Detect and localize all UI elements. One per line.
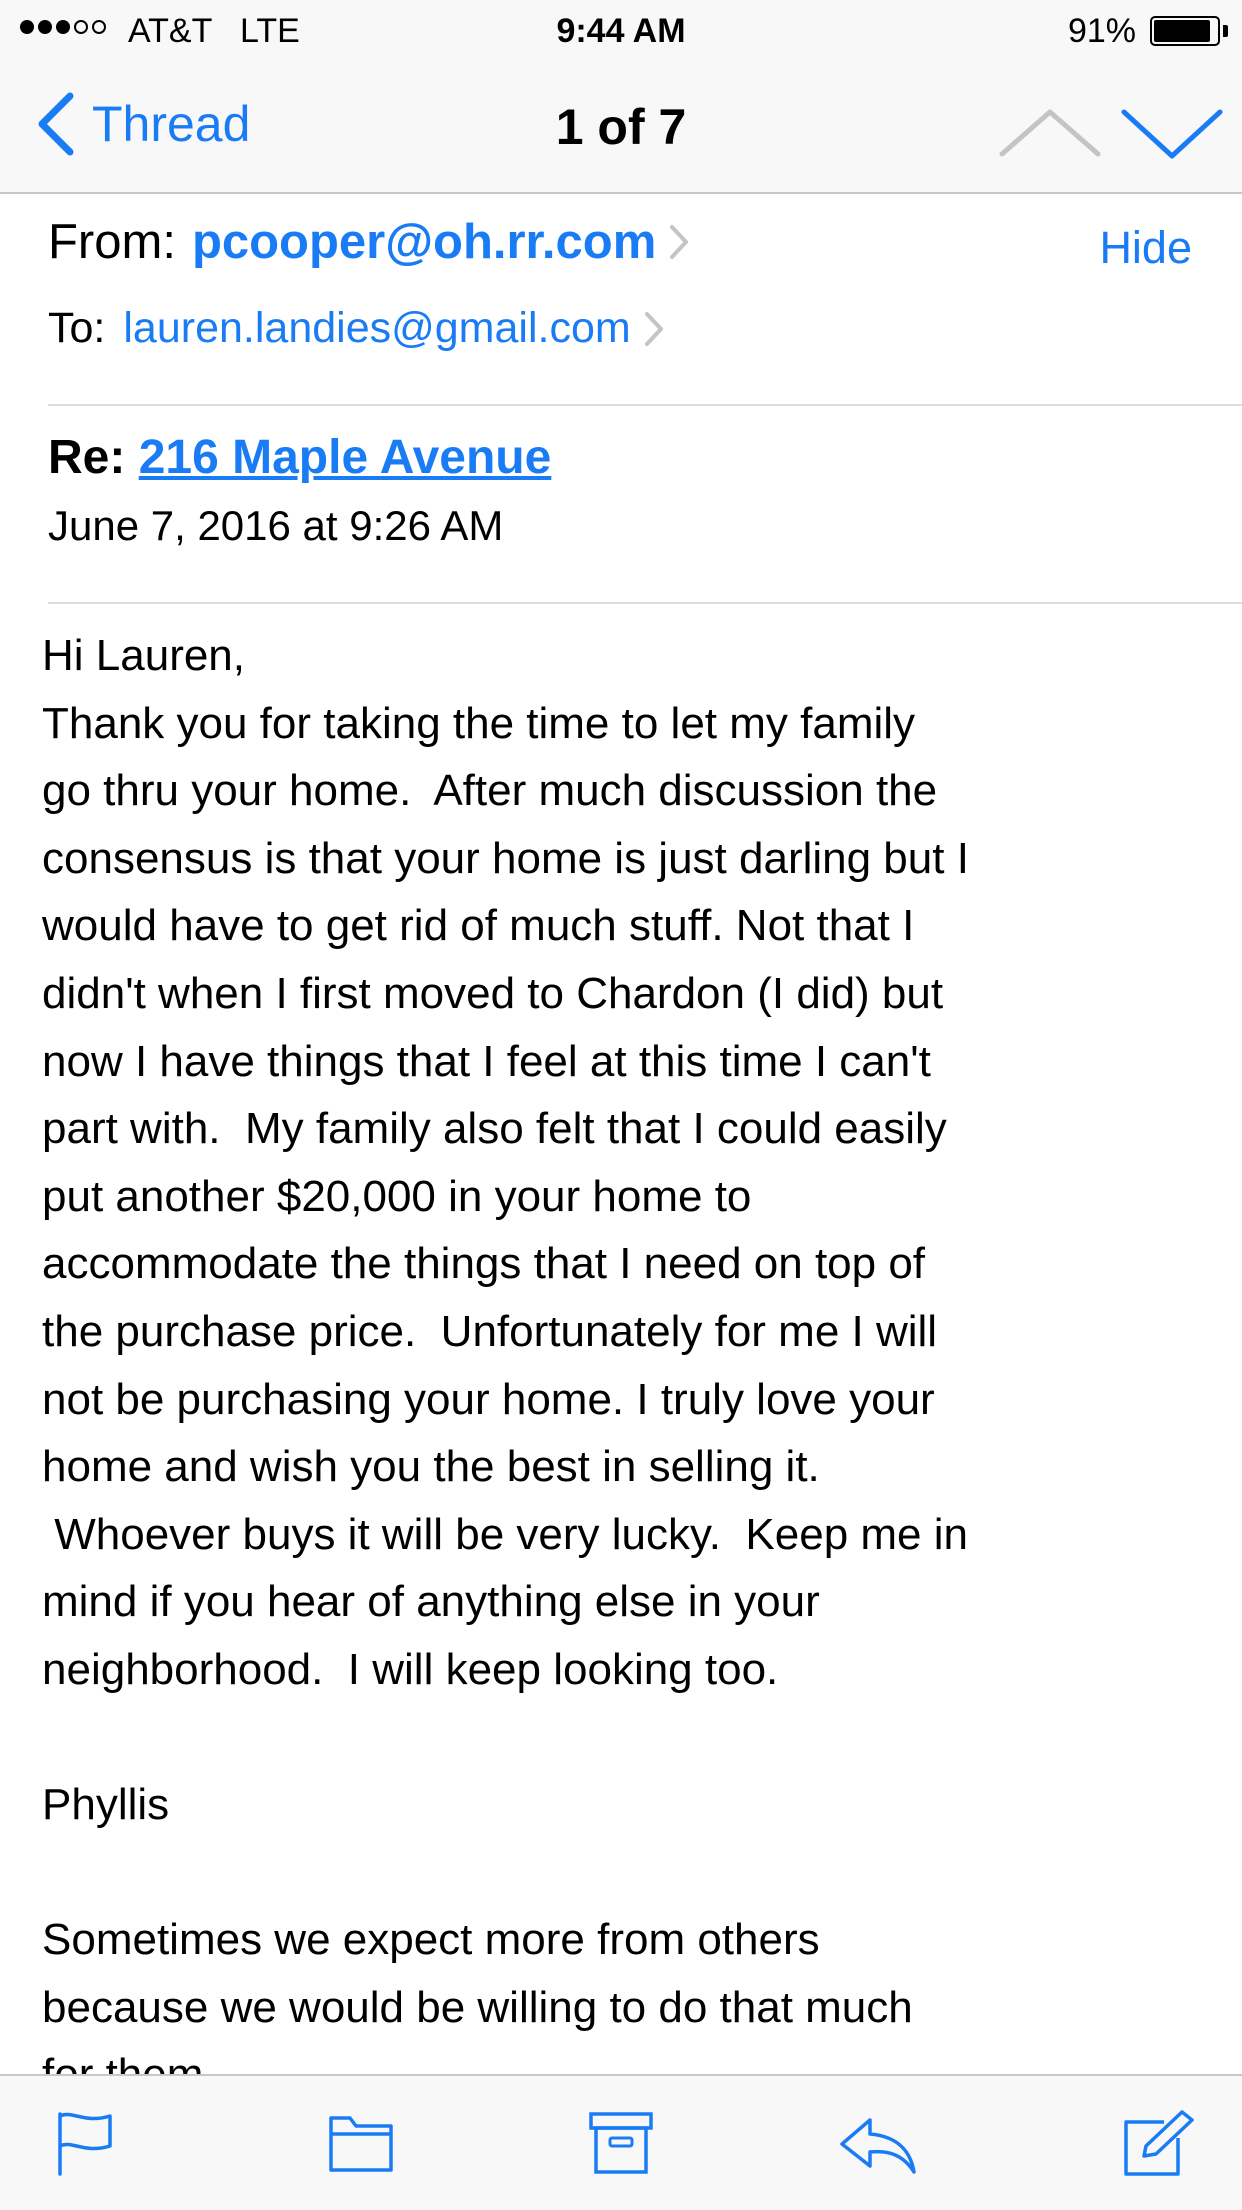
battery-nub [1223, 25, 1228, 37]
navigation-bar: Thread 1 of 7 [0, 62, 1242, 194]
body-line: consensus is that your home is just darl… [42, 833, 969, 883]
body-line: put another $20,000 in your home to [42, 1171, 752, 1221]
subject-link[interactable]: 216 Maple Avenue [139, 431, 552, 484]
archive-button[interactable] [588, 2110, 654, 2176]
body-line: Whoever buys it will be very lucky. Keep… [42, 1509, 968, 1559]
flag-button[interactable] [54, 2110, 116, 2176]
body-line: Sometimes we expect more from others [42, 1915, 820, 1965]
body-line: home and wish you the best in selling it… [42, 1442, 820, 1492]
subject-divider [48, 602, 1242, 604]
body-line: Thank you for taking the time to let my … [42, 698, 916, 748]
move-to-folder-button[interactable] [328, 2110, 394, 2176]
subject-prefix: Re: [48, 431, 126, 484]
status-bar: AT&T LTE 9:44 AM 91% [0, 0, 1242, 62]
chevron-down-icon[interactable] [1118, 100, 1226, 164]
body-line: Hi Lauren, [42, 631, 246, 680]
body-line [42, 1839, 1142, 1907]
flag-icon [58, 2112, 112, 2176]
folder-icon [329, 2116, 393, 2172]
header-divider [48, 404, 1242, 406]
subject-line: Re: 216 Maple Avenue [48, 430, 551, 485]
battery-icon [1150, 16, 1220, 46]
compose-icon [1124, 2110, 1194, 2176]
email-body: Hi Lauren, Thank you for taking the time … [42, 622, 1142, 2109]
battery-percentage: 91% [1067, 12, 1136, 50]
body-line: go thru your home. After much discussion… [42, 766, 938, 816]
chevron-right-icon [644, 311, 663, 346]
body-line: not be purchasing your home. I truly lov… [42, 1374, 935, 1424]
reply-icon [840, 2118, 916, 2174]
body-line: part with. My family also felt that I co… [42, 1104, 947, 1154]
bottom-toolbar [0, 2074, 1242, 2210]
from-label: From: [48, 215, 176, 269]
chevron-right-icon [670, 225, 689, 259]
body-line: would have to get rid of much stuff. Not… [42, 901, 915, 951]
body-line: the purchase price. Unfortunately for me… [42, 1306, 938, 1356]
body-line: because we would be willing to do that m… [42, 1982, 913, 2032]
body-line: now I have things that I feel at this ti… [42, 1036, 931, 1086]
archive-icon [589, 2112, 653, 2174]
to-row: To: lauren.landies@gmail.com [48, 304, 665, 353]
to-label: To: [48, 304, 106, 352]
compose-button[interactable] [1120, 2110, 1196, 2176]
body-line [42, 1704, 1142, 1772]
body-line: accommodate the things that I need on to… [42, 1239, 926, 1289]
sender-address[interactable]: pcooper@oh.rr.com [192, 214, 656, 270]
body-line: Phyllis [42, 1780, 170, 1830]
body-line: neighborhood. I will keep looking too. [42, 1644, 779, 1694]
body-line: didn't when I first moved to Chardon (I … [42, 968, 944, 1018]
chevron-up-icon[interactable] [996, 104, 1104, 164]
reply-button[interactable] [838, 2110, 918, 2176]
body-line: mind if you hear of anything else in you… [42, 1577, 820, 1627]
from-row: From: pcooper@oh.rr.com [48, 214, 690, 270]
status-time: 9:44 AM [556, 12, 686, 50]
sent-date: June 7, 2016 at 9:26 AM [48, 502, 504, 549]
hide-details-button[interactable]: Hide [1099, 222, 1192, 274]
recipient-address[interactable]: lauren.landies@gmail.com [123, 304, 630, 353]
